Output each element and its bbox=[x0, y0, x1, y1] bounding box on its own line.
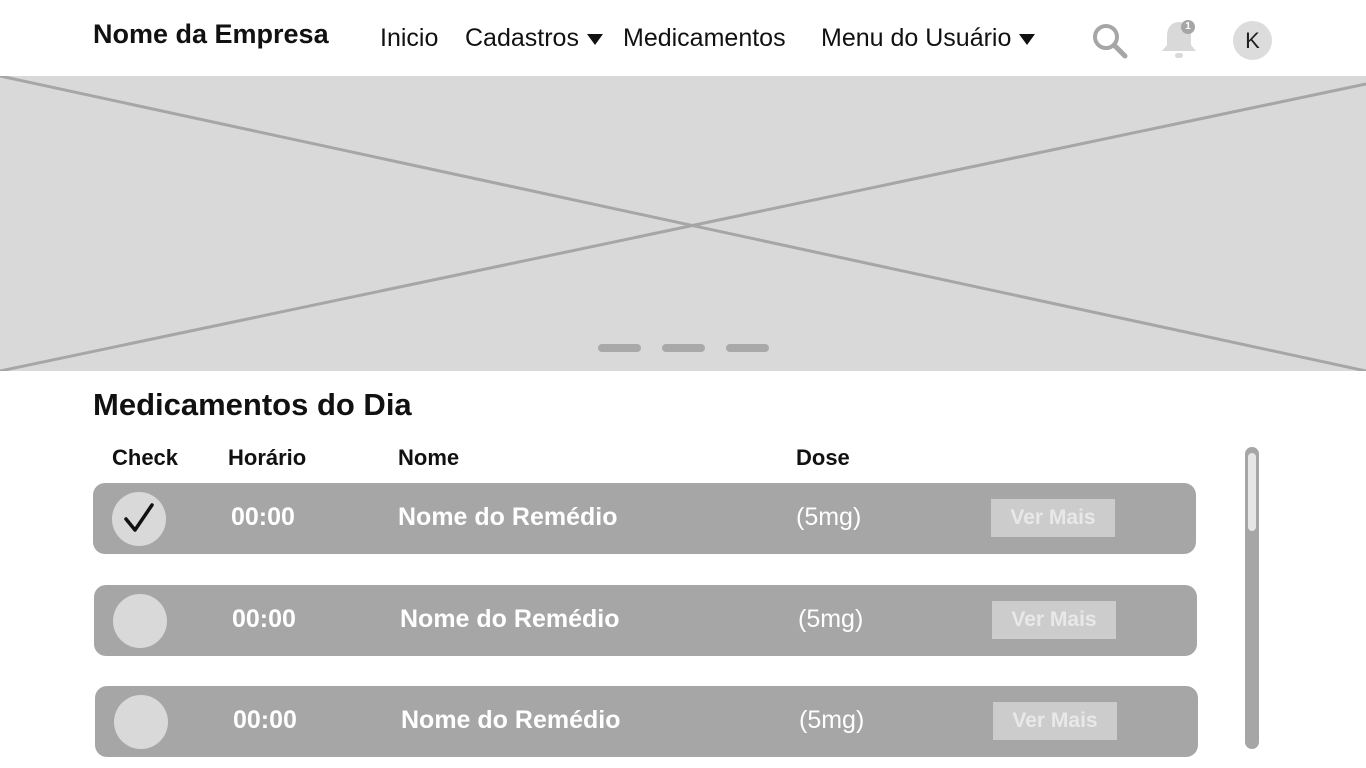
carousel-dot-3[interactable] bbox=[726, 344, 769, 352]
section-title: Medicamentos do Dia bbox=[93, 387, 412, 422]
nav-item-medicamentos[interactable]: Medicamentos bbox=[623, 24, 786, 53]
row-name: Nome do Remédio bbox=[398, 503, 618, 531]
row-dose: (5mg) bbox=[799, 706, 865, 734]
brand-name[interactable]: Nome da Empresa bbox=[93, 19, 329, 50]
check-toggle[interactable] bbox=[112, 492, 166, 546]
carousel-dot-2[interactable] bbox=[662, 344, 705, 352]
search-icon[interactable] bbox=[1090, 21, 1130, 61]
nav-item-label: Menu do Usuário bbox=[821, 24, 1012, 52]
check-toggle[interactable] bbox=[113, 594, 167, 648]
hero-carousel bbox=[0, 76, 1366, 371]
image-placeholder-icon bbox=[0, 76, 1366, 371]
row-dose: (5mg) bbox=[798, 605, 864, 633]
notification-count: 1 bbox=[1185, 21, 1191, 32]
chevron-down-icon bbox=[586, 33, 603, 45]
column-header-horario: Horário bbox=[228, 445, 307, 470]
checkmark-icon bbox=[124, 503, 154, 532]
top-navbar: Nome da Empresa Inicio Cadastros Medicam… bbox=[0, 0, 1366, 76]
medication-row: 00:00 Nome do Remédio (5mg) Ver Mais bbox=[94, 585, 1197, 656]
nav-item-label: Cadastros bbox=[465, 24, 579, 52]
column-header-nome: Nome bbox=[398, 445, 460, 470]
row-dose: (5mg) bbox=[796, 503, 862, 531]
carousel-dot-1[interactable] bbox=[598, 344, 641, 352]
column-header-dose: Dose bbox=[796, 445, 850, 470]
row-name: Nome do Remédio bbox=[401, 706, 621, 734]
row-time: 00:00 bbox=[232, 605, 296, 633]
avatar[interactable]: K bbox=[1233, 21, 1272, 60]
bell-icon[interactable]: 1 bbox=[1158, 17, 1200, 61]
scrollbar-thumb[interactable] bbox=[1248, 453, 1256, 531]
ver-mais-button[interactable]: Ver Mais bbox=[991, 499, 1115, 537]
nav-item-menu-usuario[interactable]: Menu do Usuário bbox=[821, 24, 1036, 53]
list-scrollbar[interactable] bbox=[1245, 447, 1259, 749]
nav-item-cadastros[interactable]: Cadastros bbox=[465, 24, 603, 53]
column-header-check: Check bbox=[112, 445, 179, 470]
notification-badge: 1 bbox=[1181, 20, 1195, 34]
ver-mais-button[interactable]: Ver Mais bbox=[992, 601, 1116, 639]
ver-mais-button[interactable]: Ver Mais bbox=[993, 702, 1117, 740]
nav-item-inicio[interactable]: Inicio bbox=[380, 24, 438, 53]
row-time: 00:00 bbox=[231, 503, 295, 531]
row-time: 00:00 bbox=[233, 706, 297, 734]
medication-row: 00:00 Nome do Remédio (5mg) Ver Mais bbox=[93, 483, 1196, 554]
check-toggle[interactable] bbox=[114, 695, 168, 749]
medication-row: 00:00 Nome do Remédio (5mg) Ver Mais bbox=[95, 686, 1198, 757]
nav-item-label: Medicamentos bbox=[623, 24, 786, 52]
chevron-down-icon bbox=[1019, 33, 1036, 45]
row-name: Nome do Remédio bbox=[400, 605, 620, 633]
nav-item-label: Inicio bbox=[380, 24, 439, 52]
